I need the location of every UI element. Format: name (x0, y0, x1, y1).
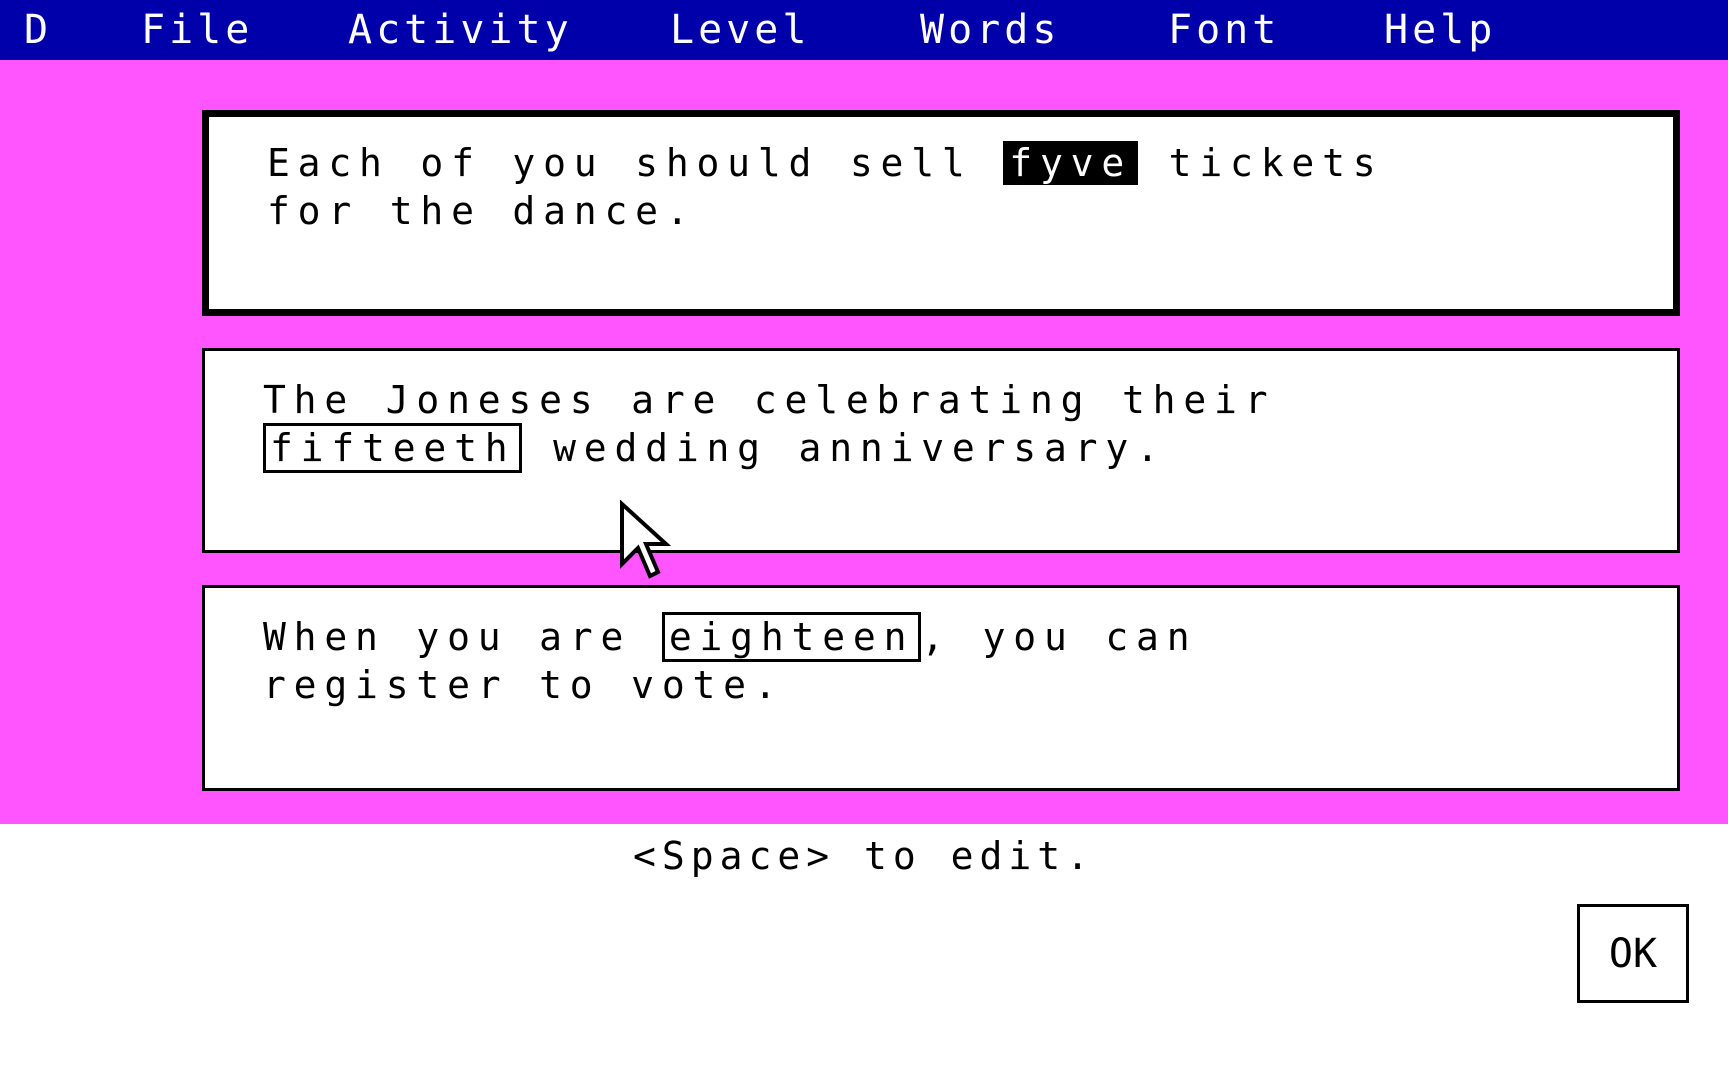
menu-file[interactable]: File (141, 4, 253, 56)
text: When you are (263, 615, 662, 659)
sentence-1-line-1: Each of you should sell fyve tickets (267, 139, 1383, 187)
mouse-cursor-icon (620, 500, 672, 579)
misspelled-word[interactable]: fifteeth (263, 423, 523, 473)
menu-activity[interactable]: Activity (348, 4, 573, 56)
menu-font[interactable]: Font (1168, 4, 1280, 56)
text: Each of you should sell (267, 141, 1004, 185)
text: , you can (921, 615, 1198, 659)
menu-help[interactable]: Help (1384, 4, 1496, 56)
menu-bar: D File Activity Level Words Font Help (0, 0, 1728, 60)
misspelled-word-selected[interactable]: fyve (1003, 141, 1138, 185)
sentence-2-line-2: fifteeth wedding anniversary. (263, 423, 1167, 473)
menu-words[interactable]: Words (920, 4, 1060, 56)
menu-level[interactable]: Level (670, 4, 810, 56)
status-hint: <Space> to edit. (632, 834, 1096, 878)
word-frame[interactable]: eighteen (661, 612, 922, 662)
text: wedding anniversary. (522, 426, 1167, 470)
sentence-box-3[interactable]: When you are eighteen, you can register … (202, 585, 1680, 791)
sentence-3-line-1: When you are eighteen, you can (263, 612, 1198, 662)
sentence-area: Each of you should sell fyve tickets for… (0, 60, 1728, 824)
sentence-box-2[interactable]: The Joneses are celebrating their fiftee… (202, 348, 1680, 553)
sentence-1-line-2: for the dance. (267, 189, 697, 233)
text: tickets (1138, 141, 1384, 185)
sentence-box-1[interactable]: Each of you should sell fyve tickets for… (202, 110, 1680, 316)
sentence-3-line-2: register to vote. (263, 663, 785, 707)
ok-button[interactable]: OK (1577, 904, 1689, 1003)
menu-d[interactable]: D (24, 4, 52, 56)
sentence-2-line-1: The Joneses are celebrating their (263, 378, 1276, 422)
